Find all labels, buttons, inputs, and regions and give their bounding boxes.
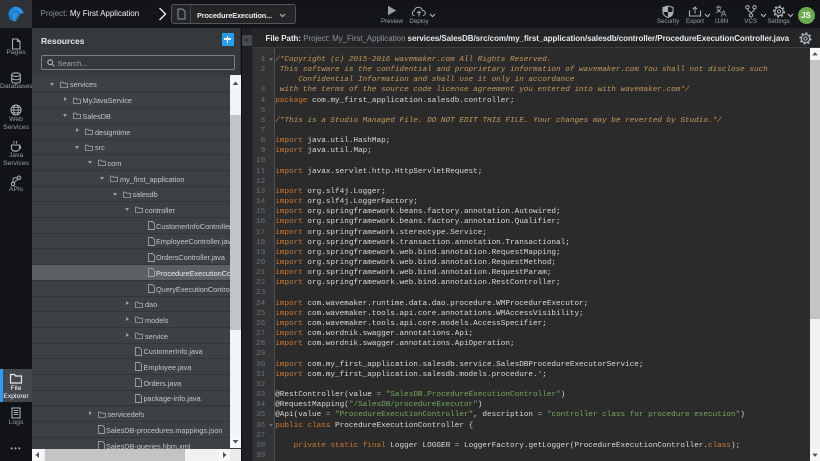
svg-text:A: A [720, 8, 726, 17]
